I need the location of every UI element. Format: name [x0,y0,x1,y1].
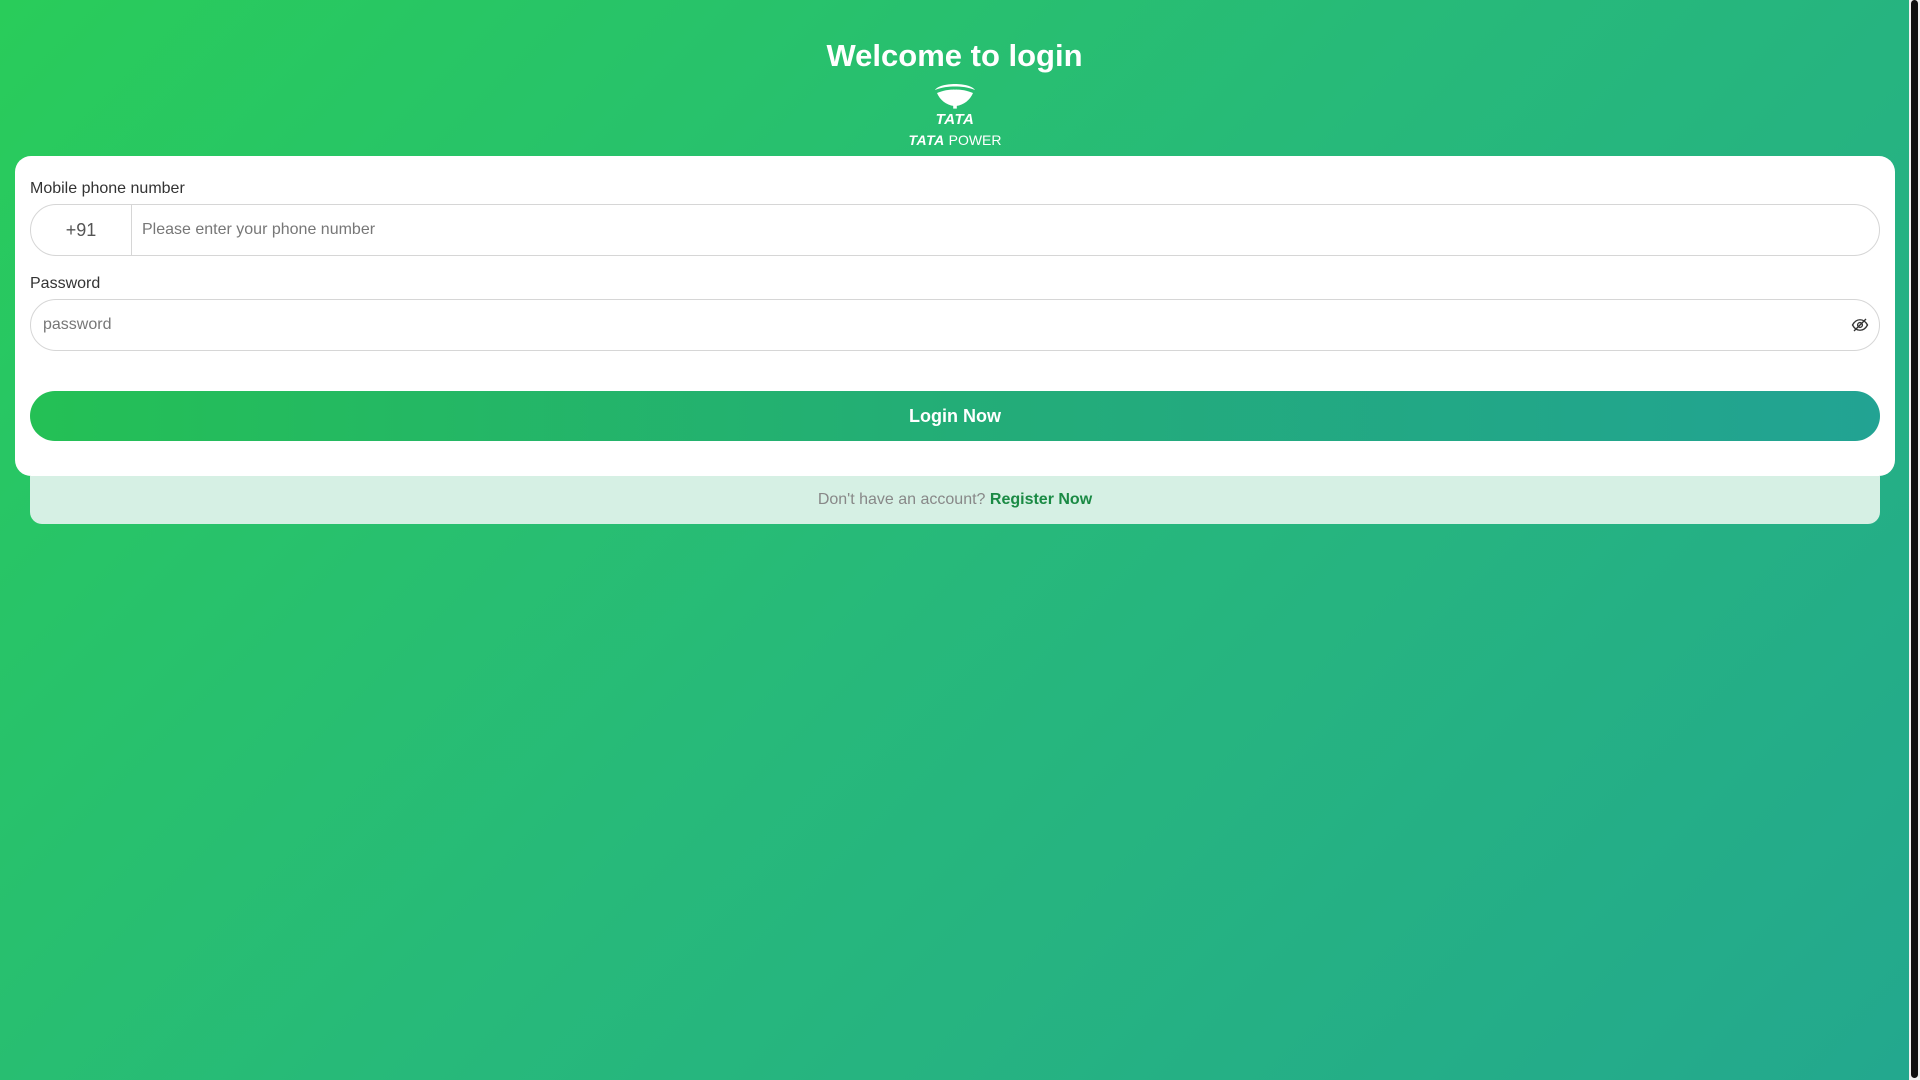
scrollbar-thumb[interactable] [1911,0,1918,1078]
logo-wordmark: TATA POWER [904,132,1006,148]
password-input[interactable] [43,300,1833,350]
country-code[interactable]: +91 [31,205,132,255]
phone-label: Mobile phone number [30,180,185,197]
eye-icon[interactable] [1851,316,1869,334]
tata-logo-icon: TATA [935,84,975,126]
logo-mark-text: TATA [936,111,975,126]
phone-field: +91 [30,204,1880,256]
page-title: Welcome to login [826,38,1083,73]
login-button[interactable]: Login Now [30,391,1880,441]
logo-brand-bold: TATA [908,132,945,148]
login-card: Mobile phone number +91 Password Login N… [15,156,1895,476]
login-page: Welcome to login TATA TATA POWER Mobile … [0,0,1909,1080]
password-field [30,299,1880,351]
password-label: Password [30,275,101,292]
vertical-scrollbar[interactable] [1909,0,1920,1080]
register-prompt-text: Don't have an account? [817,491,986,508]
register-prompt-bar: Don't have an account? Register Now [30,476,1880,524]
logo-brand-rest: POWER [948,132,1002,148]
register-now-link[interactable]: Register Now [990,491,1092,508]
phone-input[interactable] [142,205,1862,255]
tata-power-logo: TATA TATA POWER [904,82,1006,150]
